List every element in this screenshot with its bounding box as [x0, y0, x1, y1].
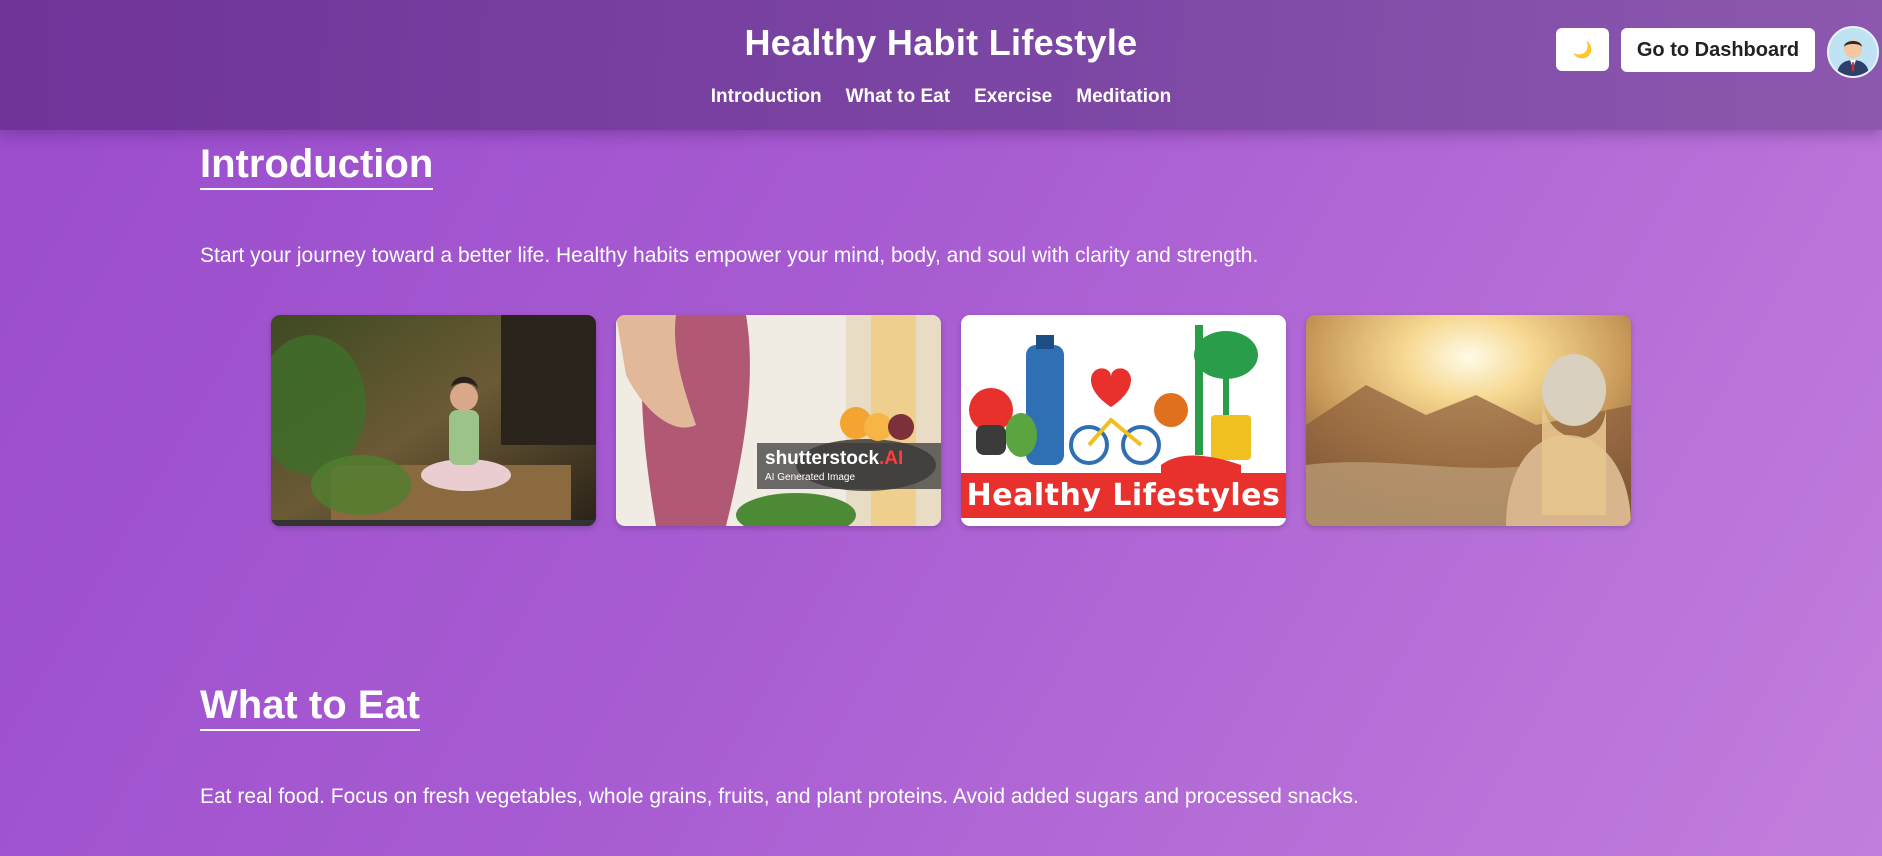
user-avatar-icon[interactable]: [1827, 26, 1879, 78]
nav-link-exercise[interactable]: Exercise: [974, 86, 1052, 108]
shutterstock-watermark: shutterstock.AI AI Generated Image: [757, 443, 941, 489]
introduction-section: Introduction Start your journey toward a…: [200, 142, 1700, 267]
healthy-lifestyles-illustration: Healthy Lifestyles: [961, 315, 1286, 526]
go-to-dashboard-button[interactable]: Go to Dashboard: [1621, 28, 1815, 72]
theme-toggle-button[interactable]: 🌙: [1556, 28, 1609, 71]
site-header: Healthy Habit Lifestyle Introduction Wha…: [0, 0, 1882, 130]
what-to-eat-section: What to Eat Eat real food. Focus on fres…: [200, 683, 1700, 808]
nav-link-what-to-eat[interactable]: What to Eat: [846, 86, 951, 108]
fruit-bowl-photo: shutterstock.AI AI Generated Image: [616, 315, 941, 526]
what-to-eat-heading: What to Eat: [200, 683, 420, 731]
nav-link-introduction[interactable]: Introduction: [711, 86, 822, 108]
watermark-subtext: AI Generated Image: [765, 472, 856, 483]
nav-link-meditation[interactable]: Meditation: [1076, 86, 1171, 108]
moon-icon: 🌙: [1572, 41, 1593, 59]
watermark-suffix: .AI: [879, 448, 904, 469]
healthy-lifestyles-banner: Healthy Lifestyles: [961, 473, 1286, 518]
watermark-brand: shutterstock: [765, 448, 880, 469]
sunset-freedom-photo: [1306, 315, 1631, 526]
main-nav: Introduction What to Eat Exercise Medita…: [0, 86, 1882, 108]
introduction-heading: Introduction: [200, 142, 434, 190]
what-to-eat-text: Eat real food. Focus on fresh vegetables…: [200, 785, 1359, 808]
introduction-text: Start your journey toward a better life.…: [200, 244, 1259, 267]
meditation-photo: [271, 315, 596, 526]
introduction-image-gallery: shutterstock.AI AI Generated Image Healt…: [271, 315, 1631, 526]
